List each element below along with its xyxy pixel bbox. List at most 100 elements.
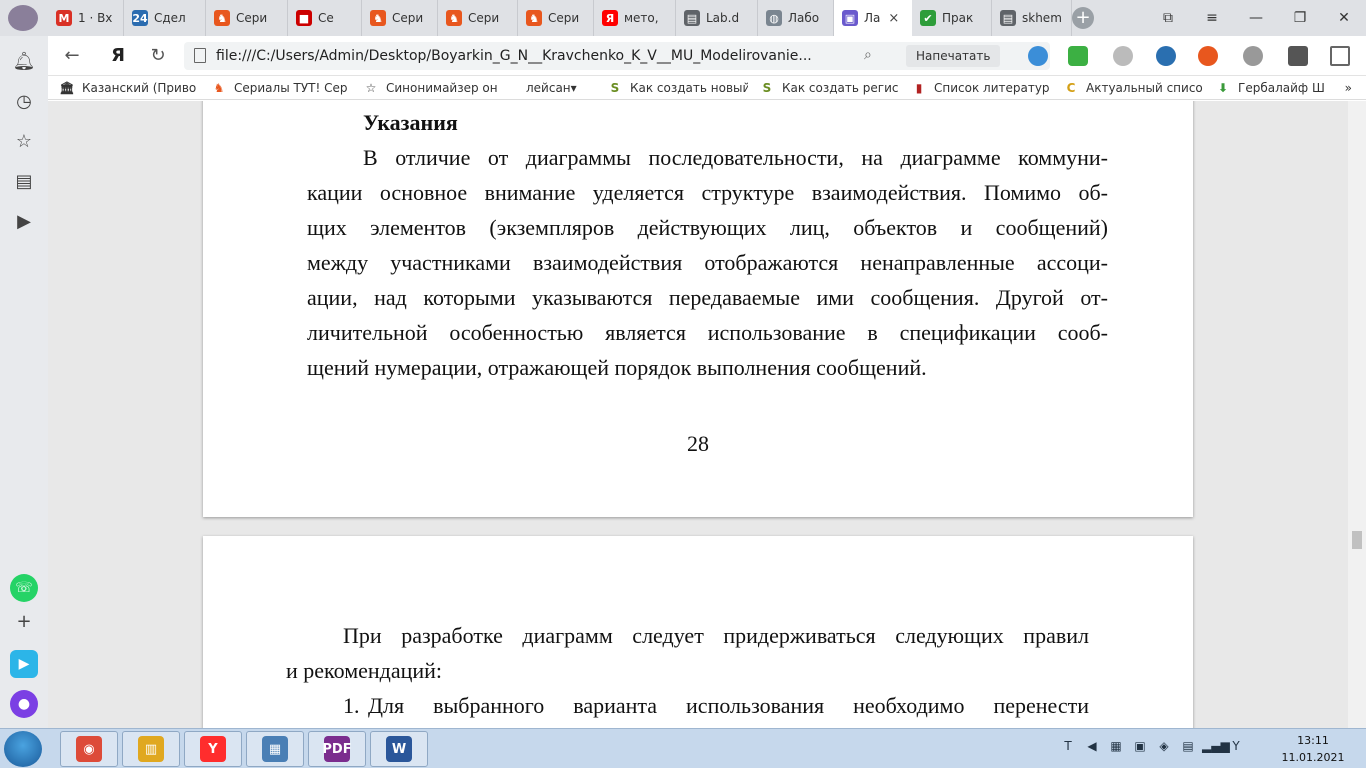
pdf-viewer[interactable]: Указания В отличие от диаграммы последов… xyxy=(48,101,1348,728)
bookmark-item[interactable]: C Актуальный списо xyxy=(1064,81,1204,95)
taskbar-app[interactable]: ▦ xyxy=(246,731,304,767)
yandex-browser-icon: Y xyxy=(200,736,226,762)
browser-tab[interactable]: 24 Сдел xyxy=(124,0,206,36)
url-field[interactable]: file:///C:/Users/Admin/Desktop/Boyarkin_… xyxy=(184,42,1050,70)
browser-tab[interactable]: ◍ Лабо xyxy=(758,0,834,36)
collections-icon[interactable]: ▤ xyxy=(12,170,36,194)
antivirus-icon[interactable]: ▦ xyxy=(1106,739,1126,757)
24-icon: 24 xyxy=(132,10,148,26)
whatsapp-icon[interactable]: ☏ xyxy=(10,574,38,602)
cat-icon: ♞ xyxy=(370,10,386,26)
browser-tab[interactable]: ♞ Сери xyxy=(206,0,288,36)
bookmark-label: Гербалайф Ш xyxy=(1238,80,1325,95)
print-button[interactable]: Напечатать xyxy=(906,45,1001,67)
notifications-bell-icon[interactable]: 🔔︎ xyxy=(12,50,36,74)
tab-label: мето, xyxy=(624,11,659,25)
leaf-icon: ⬇ xyxy=(1217,80,1229,95)
extension-puzzle-icon[interactable] xyxy=(1288,46,1308,66)
extension-triangle-icon[interactable] xyxy=(1156,46,1176,66)
chrome-icon: ◉ xyxy=(76,736,102,762)
bookmark-item[interactable]: лейсан ▾ xyxy=(526,81,596,95)
security-icon[interactable]: ◈ xyxy=(1154,739,1174,757)
taskbar-app[interactable]: Y xyxy=(184,731,242,767)
new-tab-button[interactable]: + xyxy=(1072,7,1094,29)
add-panel-icon[interactable]: + xyxy=(12,610,36,634)
scrollbar-thumb[interactable] xyxy=(1352,531,1362,549)
extension-shield-icon[interactable] xyxy=(1068,46,1088,66)
browser-tab[interactable]: ♞ Сери xyxy=(518,0,594,36)
tab-label: Сери xyxy=(548,11,580,25)
globe-icon: ◍ xyxy=(766,10,782,26)
profile-avatar[interactable] xyxy=(8,5,38,31)
extension-search-icon[interactable] xyxy=(1113,46,1133,66)
messenger-app-icon[interactable]: ▶ xyxy=(10,650,38,678)
tab-search-icon[interactable]: ⧉ xyxy=(1146,0,1190,36)
bookmarks-star-icon[interactable]: ☆ xyxy=(12,130,36,154)
taskbar-app[interactable]: ◉ xyxy=(60,731,118,767)
bookmark-item[interactable]: 🏛 Казанский (Приво xyxy=(60,81,200,95)
tab-label: Сери xyxy=(236,11,268,25)
browser-tab[interactable]: ✔ Прак xyxy=(912,0,992,36)
document-icon: ▤ xyxy=(1000,10,1016,26)
yandex-icon: Я xyxy=(602,10,618,26)
extension-globe-icon[interactable] xyxy=(1243,46,1263,66)
menu-icon[interactable]: ≡ xyxy=(1190,0,1234,36)
paragraph-line: личительной особенностью является исполь… xyxy=(307,320,1108,345)
yandex-tray-icon[interactable]: Y xyxy=(1226,739,1246,757)
back-arrow-icon[interactable]: ← xyxy=(60,44,84,68)
tab-close-icon[interactable]: × xyxy=(888,11,899,26)
explorer-icon: ▥ xyxy=(138,736,164,762)
bookmark-item[interactable]: S Как создать новый xyxy=(608,81,748,95)
tray-app-icon[interactable]: ▣ xyxy=(1130,739,1150,757)
minimize-button[interactable]: — xyxy=(1234,0,1278,36)
media-player-icon[interactable]: ▶ xyxy=(12,210,36,234)
pdf-page-29: При разработке диаграмм следует придержи… xyxy=(203,536,1193,728)
history-clock-icon[interactable]: ◷ xyxy=(12,90,36,114)
bookmark-item[interactable]: ▮ Список литератур xyxy=(912,81,1052,95)
yandex-logo-icon[interactable]: Я xyxy=(106,44,130,68)
gmail-icon: M xyxy=(56,10,72,26)
browser-tab[interactable]: ▣ Ла × xyxy=(834,0,912,36)
taskbar-app[interactable]: ▥ xyxy=(122,731,180,767)
browser-tab[interactable]: Ямето, xyxy=(594,0,676,36)
chevron-down-icon: ▾ xyxy=(570,80,577,95)
s-icon: S xyxy=(610,80,620,95)
restore-button[interactable]: ❐ xyxy=(1278,0,1322,36)
paragraph-line: и рекомендаций: xyxy=(286,658,443,683)
bookmark-item[interactable]: ♞ Сериалы ТУТ! Сер xyxy=(212,81,352,95)
tab-list: M 1 · Вх 24 Сдел ♞ Сери ■ Се ♞ Сери ♞ Сери ♞ Сери Ямет… xyxy=(48,0,1072,36)
extension-translate-icon[interactable] xyxy=(1028,46,1048,66)
bookmarks-overflow-icon[interactable]: » xyxy=(1345,81,1352,95)
paragraph-line: При разработке диаграмм следует придержи… xyxy=(343,623,1089,648)
browser-tab[interactable]: ♞ Сери xyxy=(438,0,518,36)
bookmark-item[interactable]: ⬇ Гербалайф Ш xyxy=(1216,81,1326,95)
browser-tab[interactable]: ▤ Lab.d xyxy=(676,0,758,36)
browser-tab[interactable]: ▤ skhem xyxy=(992,0,1072,36)
bookmark-item[interactable]: S Как создать регис xyxy=(760,81,900,95)
zoom-icon[interactable]: ⌕ xyxy=(864,47,872,63)
downloads-icon[interactable] xyxy=(1330,46,1350,66)
browser-tab[interactable]: M 1 · Вх xyxy=(48,0,124,36)
tab-label: Сери xyxy=(468,11,500,25)
alice-assistant-icon[interactable]: ● xyxy=(10,690,38,718)
taskbar-app[interactable]: PDF xyxy=(308,731,366,767)
book-icon: ▮ xyxy=(915,80,923,95)
extension-cat-icon[interactable] xyxy=(1198,46,1218,66)
reload-icon[interactable]: ↻ xyxy=(146,44,170,68)
start-button[interactable] xyxy=(4,731,42,767)
vertical-scrollbar[interactable] xyxy=(1348,101,1366,728)
tray-monitor-icon[interactable]: ▤ xyxy=(1178,739,1198,757)
browser-tab[interactable]: ■ Се xyxy=(288,0,362,36)
volume-icon[interactable]: ◀ xyxy=(1082,739,1102,757)
browser-sidebar: 🔔︎ ◷ ☆ ▤ ▶ ☏ + ▶ ● xyxy=(0,36,48,728)
close-window-button[interactable]: ✕ xyxy=(1322,0,1366,36)
browser-tab[interactable]: ♞ Сери xyxy=(362,0,438,36)
clock[interactable]: 13:11 11.01.2021 xyxy=(1280,732,1346,766)
taskbar-app[interactable]: W xyxy=(370,731,428,767)
url-text: file:///C:/Users/Admin/Desktop/Boyarkin_… xyxy=(216,48,812,64)
network-signal-icon[interactable]: ▂▄▆ xyxy=(1202,739,1230,757)
teams-icon[interactable]: T xyxy=(1058,739,1078,757)
tab-label: Lab.d xyxy=(706,11,740,25)
bookmark-item[interactable]: ☆ Синонимайзер он xyxy=(364,81,514,95)
paragraph-line: В отличие от диаграммы последовательност… xyxy=(363,145,1108,170)
